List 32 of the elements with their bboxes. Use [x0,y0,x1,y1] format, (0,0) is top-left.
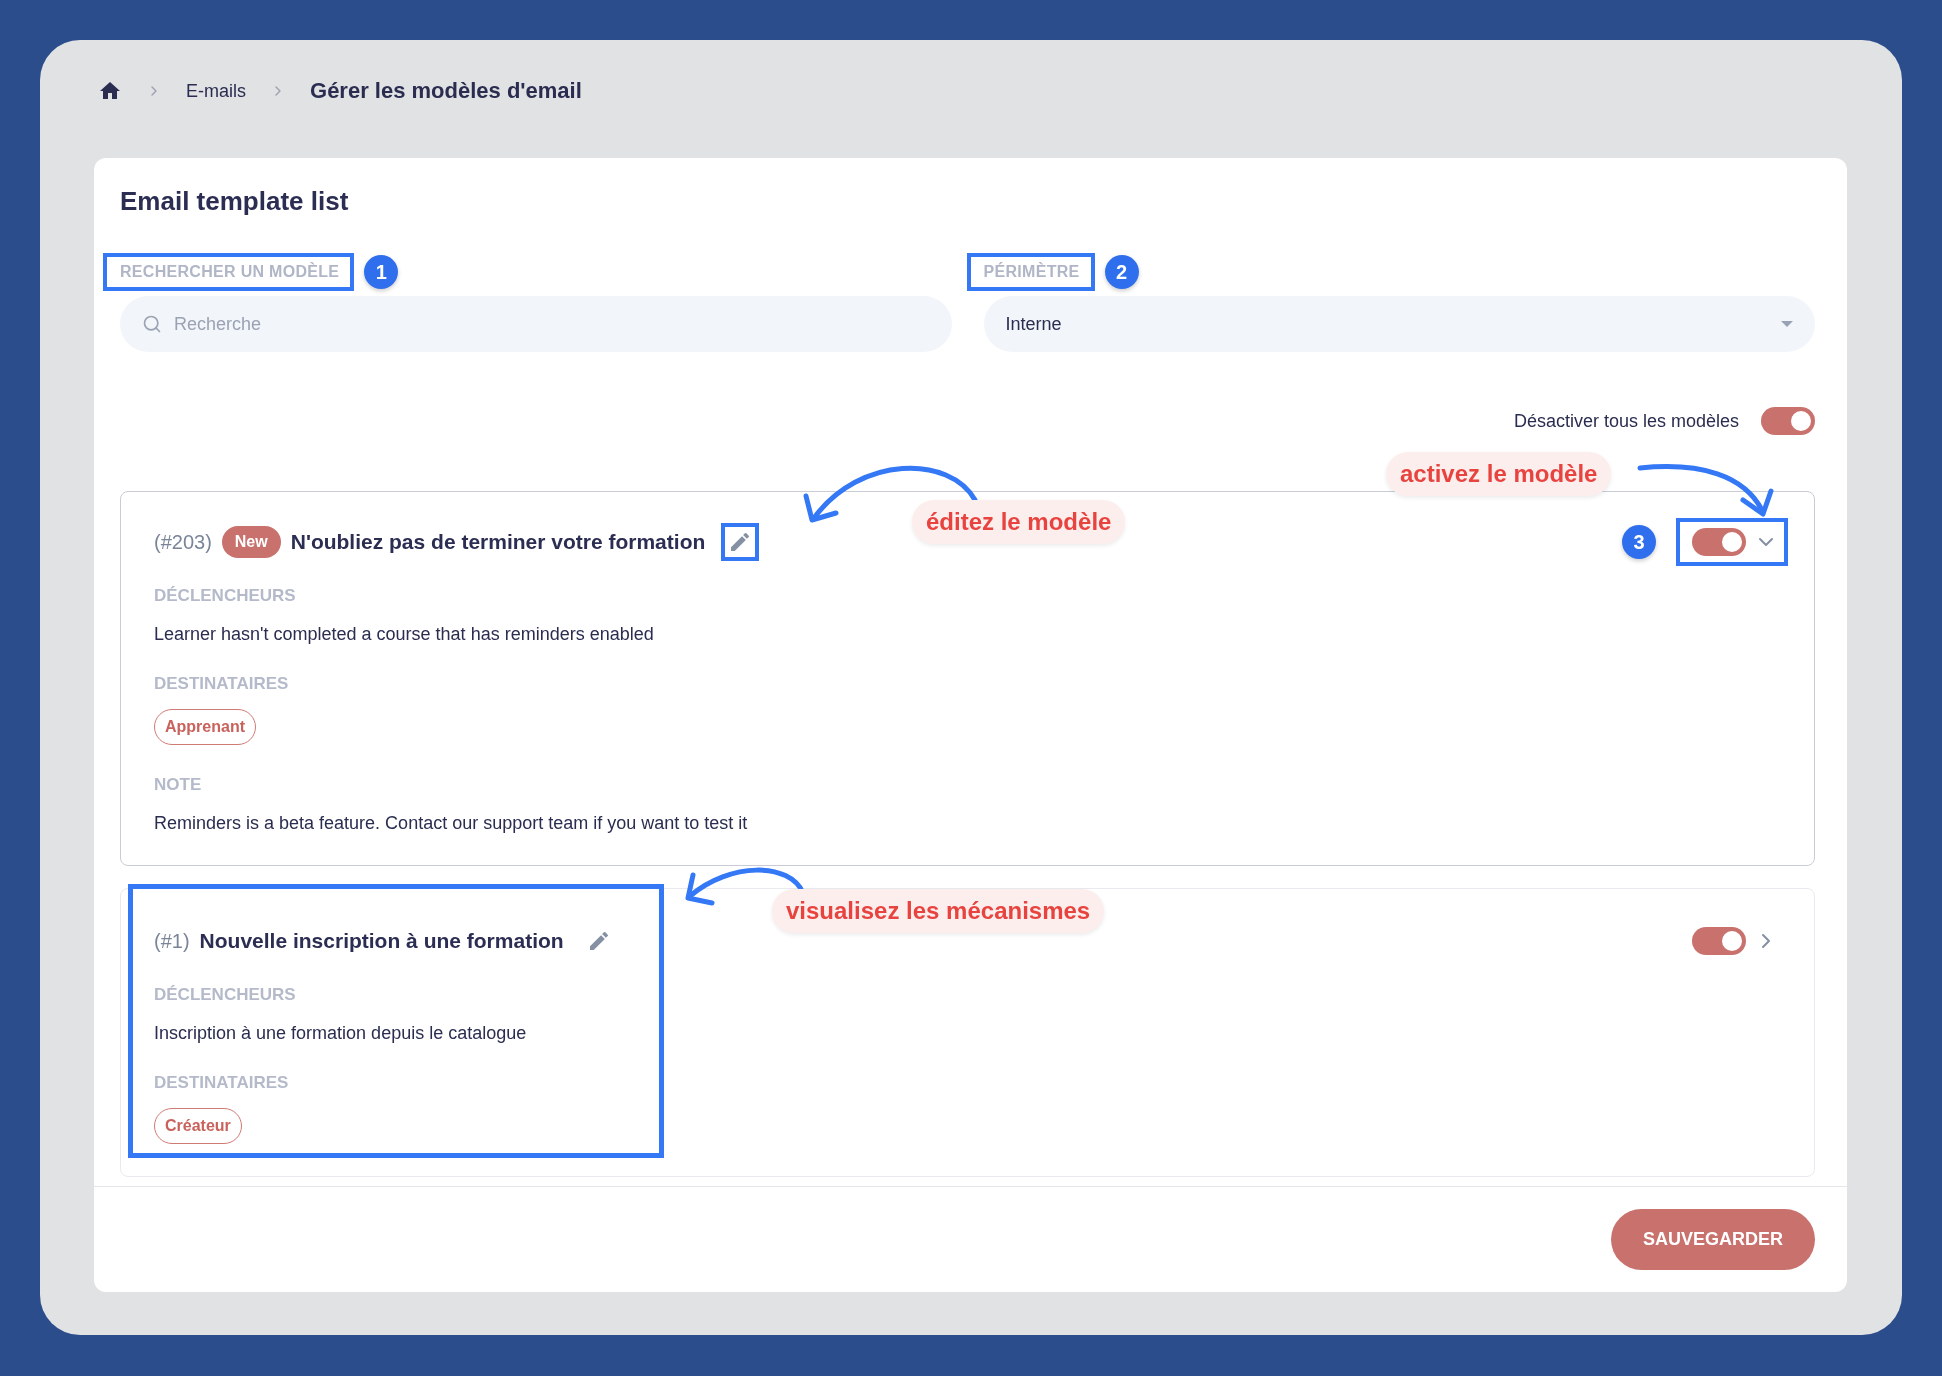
field-label: PÉRIMÈTRE [983,263,1080,281]
callout-label: éditez le modèle [912,500,1126,544]
callout-label: activez le modèle [1386,452,1612,496]
section-heading: DÉCLENCHEURS [154,586,297,606]
step-marker: 3 [1622,525,1656,559]
section-heading: DÉCLENCHEURS [154,985,297,1005]
bulk-toggle[interactable] [1761,407,1815,435]
step-marker: 1 [364,255,399,289]
template-number: (#1) [154,929,190,953]
section-heading: DESTINATAIRES [154,674,290,694]
section-text: Learner hasn't completed a course that has reminders enabled [154,624,655,644]
template-toggle[interactable] [1692,927,1746,955]
template-title: Nouvelle inscription à une formation [199,929,564,953]
breadcrumb-item: Gérer les modèles d'email [310,78,582,104]
edit-button[interactable] [721,523,760,561]
field-label: RECHERCHER UN MODÈLE [120,263,340,281]
section-text: Inscription à une formation depuis le catalogue [154,1023,528,1043]
breadcrumb-item[interactable]: E-mails [186,80,246,102]
section-text: Reminders is a beta feature. Contact our support team if you want to test it [154,813,749,833]
template-toggle[interactable] [1692,528,1746,556]
template-title: N'oubliez pas de terminer votre formation [290,530,706,554]
new-badge: New [221,526,281,558]
callout-label: visualisez les mécanismes [772,889,1105,933]
scope-select[interactable]: Interne [983,296,1815,352]
caret-icon [1781,321,1793,327]
toggle-label: Désactiver tous les modèles [1513,410,1739,432]
section-heading: NOTE [154,775,203,795]
panel-title: Email template list [120,186,350,216]
section-heading: DESTINATAIRES [154,1073,290,1093]
search-field[interactable]: Recherche [120,296,952,352]
step-marker: 2 [1104,255,1139,289]
template-number: (#203) [154,530,212,554]
